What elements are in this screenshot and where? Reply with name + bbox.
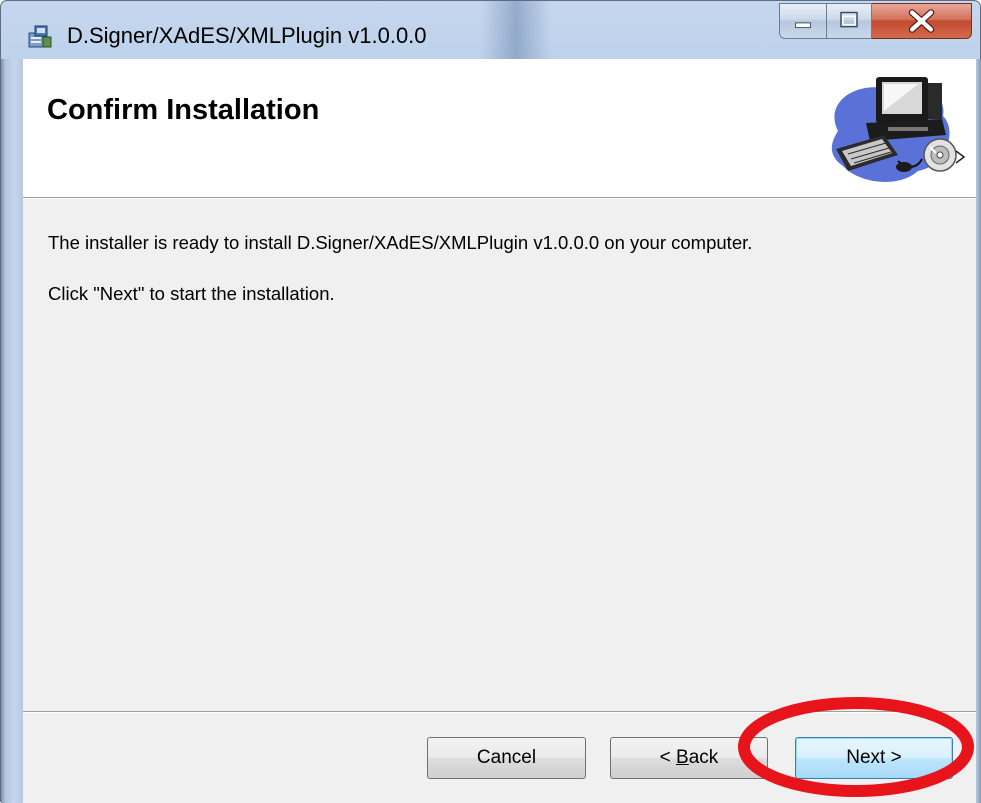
minimize-button[interactable] (779, 3, 827, 39)
back-button-rest: ack (688, 747, 719, 768)
cancel-button[interactable]: Cancel (427, 737, 586, 779)
back-button-arrow: < (659, 747, 677, 768)
caption-buttons (779, 3, 974, 39)
window-frame-right (976, 59, 981, 803)
back-button-label: < Back (660, 738, 719, 778)
page-title: Confirm Installation (47, 94, 320, 126)
maximize-icon (840, 11, 858, 28)
next-button[interactable]: Next > (795, 737, 953, 779)
header-separator (23, 198, 976, 199)
back-button-access-key: B (676, 747, 689, 768)
dialog-header: Confirm Installation (23, 59, 976, 198)
instruction-message: Click "Next" to start the installation. (48, 283, 335, 304)
window-frame-left (1, 59, 23, 803)
installer-window: D.Signer/XAdES/XMLPlugin v1.0.0.0 Confir… (0, 0, 981, 803)
close-button[interactable] (872, 3, 972, 39)
title-bar[interactable]: D.Signer/XAdES/XMLPlugin v1.0.0.0 (1, 1, 981, 59)
back-button[interactable]: < Back (610, 737, 768, 779)
dialog-client-area: Confirm Installation The installer is re… (23, 59, 976, 803)
installer-app-icon[interactable] (27, 23, 53, 49)
computer-setup-icon (818, 71, 966, 189)
maximize-button[interactable] (827, 3, 872, 39)
footer-separator-highlight (23, 712, 976, 713)
close-icon (908, 9, 935, 33)
minimize-icon (794, 22, 812, 29)
ready-message: The installer is ready to install D.Sign… (48, 232, 753, 253)
window-title: D.Signer/XAdES/XMLPlugin v1.0.0.0 (67, 23, 427, 48)
title-bar-glow (481, 1, 551, 59)
